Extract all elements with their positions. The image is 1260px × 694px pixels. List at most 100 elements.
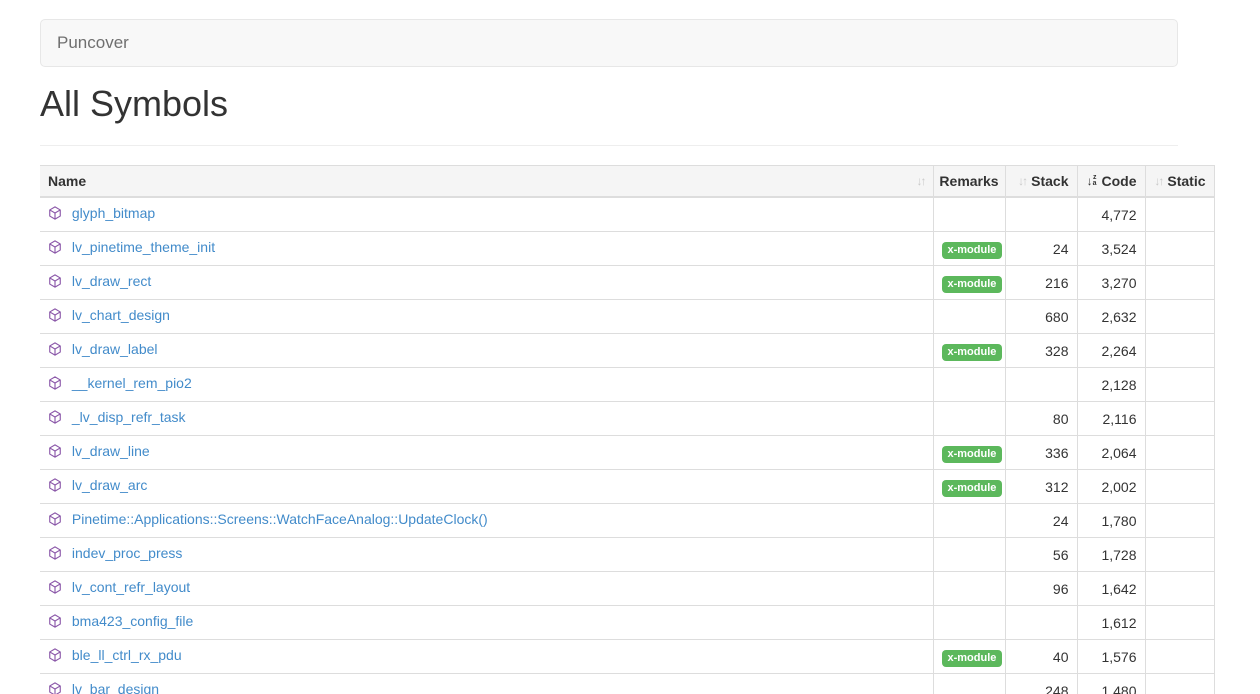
sort-inactive-icon: ↓↑ xyxy=(1154,175,1162,187)
navbar-brand[interactable]: Puncover xyxy=(41,20,145,66)
table-row: lv_cont_refr_layout 96 1,642 xyxy=(40,572,1214,606)
table-row: lv_chart_design 680 2,632 xyxy=(40,300,1214,334)
code-cell: 2,002 xyxy=(1077,470,1145,504)
symbol-cube-icon xyxy=(48,579,62,599)
table-row: indev_proc_press 56 1,728 xyxy=(40,538,1214,572)
stack-cell: 336 xyxy=(1005,436,1077,470)
divider xyxy=(40,145,1178,146)
remarks-cell: x-module xyxy=(933,640,1005,674)
name-cell: lv_cont_refr_layout xyxy=(40,572,933,606)
table-row: lv_draw_arc x-module 312 2,002 xyxy=(40,470,1214,504)
code-cell: 4,772 xyxy=(1077,197,1145,232)
x-module-badge: x-module xyxy=(942,276,1003,293)
table-row: bma423_config_file 1,612 xyxy=(40,606,1214,640)
column-label: Code xyxy=(1102,173,1137,189)
code-cell: 1,612 xyxy=(1077,606,1145,640)
remarks-cell xyxy=(933,572,1005,606)
static-cell xyxy=(1145,606,1214,640)
sort-descending-icon: ↓za xyxy=(1087,175,1097,187)
code-cell: 1,728 xyxy=(1077,538,1145,572)
static-cell xyxy=(1145,300,1214,334)
symbol-link[interactable]: lv_cont_refr_layout xyxy=(72,579,190,595)
sort-inactive-icon: ↓↑ xyxy=(1018,175,1026,187)
table-row: lv_pinetime_theme_init x-module 24 3,524 xyxy=(40,232,1214,266)
table-row: _lv_disp_refr_task 80 2,116 xyxy=(40,402,1214,436)
symbol-cube-icon xyxy=(48,273,62,293)
x-module-badge: x-module xyxy=(942,242,1003,259)
stack-cell: 96 xyxy=(1005,572,1077,606)
symbol-cube-icon xyxy=(48,511,62,531)
symbol-link[interactable]: lv_bar_design xyxy=(72,681,159,694)
table-row: Pinetime::Applications::Screens::WatchFa… xyxy=(40,504,1214,538)
name-cell: lv_chart_design xyxy=(40,300,933,334)
x-module-badge: x-module xyxy=(942,480,1003,497)
symbol-link[interactable]: lv_pinetime_theme_init xyxy=(72,239,215,255)
name-cell: indev_proc_press xyxy=(40,538,933,572)
static-cell xyxy=(1145,232,1214,266)
remarks-cell: x-module xyxy=(933,334,1005,368)
remarks-cell xyxy=(933,504,1005,538)
stack-cell: 24 xyxy=(1005,232,1077,266)
table-row: lv_draw_line x-module 336 2,064 xyxy=(40,436,1214,470)
symbol-link[interactable]: indev_proc_press xyxy=(72,545,183,561)
table-header: Name ↓↑ Remarks ↓↑ Stack xyxy=(40,166,1214,198)
static-cell xyxy=(1145,197,1214,232)
stack-cell: 80 xyxy=(1005,402,1077,436)
name-cell: lv_bar_design xyxy=(40,674,933,694)
symbol-cube-icon xyxy=(48,205,62,225)
static-cell xyxy=(1145,402,1214,436)
stack-cell: 248 xyxy=(1005,674,1077,694)
symbol-link[interactable]: __kernel_rem_pio2 xyxy=(72,375,192,391)
name-cell: bma423_config_file xyxy=(40,606,933,640)
symbol-link[interactable]: _lv_disp_refr_task xyxy=(72,409,186,425)
stack-cell: 56 xyxy=(1005,538,1077,572)
symbol-link[interactable]: lv_draw_line xyxy=(72,443,150,459)
page-container: Puncover All Symbols Name ↓↑ Remarks xyxy=(40,19,1220,694)
static-cell xyxy=(1145,538,1214,572)
symbol-link[interactable]: Pinetime::Applications::Screens::WatchFa… xyxy=(72,511,488,527)
symbol-link[interactable]: lv_draw_arc xyxy=(72,477,147,493)
static-cell xyxy=(1145,334,1214,368)
column-header-name[interactable]: Name ↓↑ xyxy=(40,166,933,198)
name-cell: __kernel_rem_pio2 xyxy=(40,368,933,402)
symbol-cube-icon xyxy=(48,477,62,497)
column-header-code[interactable]: ↓za Code xyxy=(1077,166,1145,198)
code-cell: 2,128 xyxy=(1077,368,1145,402)
symbol-link[interactable]: lv_chart_design xyxy=(72,307,170,323)
code-cell: 1,480 xyxy=(1077,674,1145,694)
static-cell xyxy=(1145,470,1214,504)
static-cell xyxy=(1145,640,1214,674)
code-cell: 3,270 xyxy=(1077,266,1145,300)
static-cell xyxy=(1145,572,1214,606)
table-row: glyph_bitmap 4,772 xyxy=(40,197,1214,232)
stack-cell: 328 xyxy=(1005,334,1077,368)
static-cell xyxy=(1145,266,1214,300)
symbol-link[interactable]: ble_ll_ctrl_rx_pdu xyxy=(72,647,182,663)
symbol-cube-icon xyxy=(48,341,62,361)
column-header-remarks[interactable]: Remarks xyxy=(933,166,1005,198)
table-row: lv_bar_design 248 1,480 xyxy=(40,674,1214,694)
code-cell: 2,264 xyxy=(1077,334,1145,368)
remarks-cell xyxy=(933,300,1005,334)
column-header-stack[interactable]: ↓↑ Stack xyxy=(1005,166,1077,198)
code-cell: 1,576 xyxy=(1077,640,1145,674)
stack-cell: 216 xyxy=(1005,266,1077,300)
x-module-badge: x-module xyxy=(942,446,1003,463)
symbol-cube-icon xyxy=(48,613,62,633)
code-cell: 2,116 xyxy=(1077,402,1145,436)
name-cell: ble_ll_ctrl_rx_pdu xyxy=(40,640,933,674)
symbols-table: Name ↓↑ Remarks ↓↑ Stack xyxy=(40,165,1215,694)
navbar: Puncover xyxy=(40,19,1178,67)
name-cell: glyph_bitmap xyxy=(40,197,933,232)
symbol-link[interactable]: glyph_bitmap xyxy=(72,205,155,221)
name-cell: _lv_disp_refr_task xyxy=(40,402,933,436)
symbol-link[interactable]: lv_draw_rect xyxy=(72,273,151,289)
name-cell: lv_draw_label xyxy=(40,334,933,368)
symbol-link[interactable]: bma423_config_file xyxy=(72,613,193,629)
table-row: ble_ll_ctrl_rx_pdu x-module 40 1,576 xyxy=(40,640,1214,674)
symbol-link[interactable]: lv_draw_label xyxy=(72,341,158,357)
column-header-static[interactable]: ↓↑ Static xyxy=(1145,166,1214,198)
remarks-cell: x-module xyxy=(933,232,1005,266)
symbol-cube-icon xyxy=(48,545,62,565)
table-row: lv_draw_label x-module 328 2,264 xyxy=(40,334,1214,368)
